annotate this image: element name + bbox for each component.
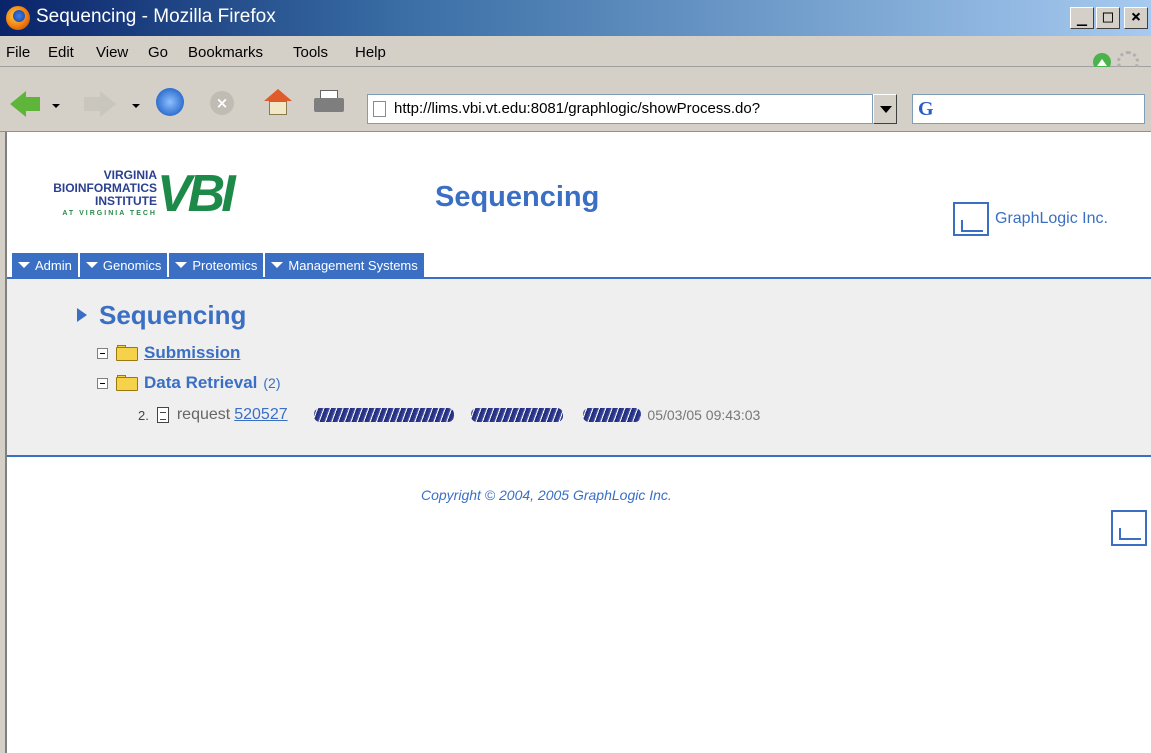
menu-help[interactable]: Help (355, 44, 386, 61)
collapse-icon[interactable] (97, 347, 108, 359)
menu-go[interactable]: Go (148, 44, 168, 61)
tab-genomics[interactable]: Genomics (79, 253, 168, 277)
tab-label: Management Systems (288, 257, 418, 273)
data-retrieval-count: (2) (263, 375, 281, 391)
google-search-icon[interactable]: G (918, 98, 934, 121)
url-history-dropdown[interactable] (873, 94, 897, 124)
tab-label: Genomics (102, 257, 162, 273)
page-content: VIRGINIA BIOINFORMATICS INSTITUTE AT VIR… (5, 132, 1151, 753)
print-icon[interactable] (314, 90, 344, 114)
request-id-link[interactable]: 520527 (234, 406, 287, 423)
firefox-icon (6, 6, 30, 30)
stop-icon[interactable]: × (210, 91, 234, 115)
request-label: request (176, 406, 231, 423)
search-box[interactable]: G (912, 94, 1145, 124)
title-bar: Sequencing - Mozilla Firefox _ □ × (0, 0, 1151, 36)
chevron-down-icon (85, 262, 98, 268)
redacted-field (314, 408, 455, 422)
back-button[interactable] (24, 97, 40, 111)
company-name: GraphLogic Inc. (995, 210, 1108, 227)
menu-view[interactable]: View (96, 44, 128, 61)
folder-icon (116, 375, 138, 391)
request-row: 2. request 520527 05/03/05 09:43:03 (138, 406, 760, 424)
logo-line-virginia: VIRGINIA (103, 168, 157, 182)
back-dropdown-icon[interactable] (52, 104, 60, 108)
vbi-logo: VIRGINIA BIOINFORMATICS INSTITUTE AT VIR… (17, 164, 257, 226)
data-retrieval-label: Data Retrieval (144, 373, 258, 392)
logo-line-tech: AT VIRGINIA TECH (62, 210, 157, 217)
logo-line-institute: INSTITUTE (95, 194, 157, 208)
collapse-icon[interactable] (97, 377, 108, 389)
page-icon (373, 101, 386, 117)
process-tree-panel: Sequencing Submission Data Retrieval (2) … (7, 279, 1151, 457)
tab-proteomics[interactable]: Proteomics (169, 253, 264, 277)
chevron-down-icon (175, 262, 188, 268)
minimize-button[interactable]: _ (1070, 7, 1094, 29)
forward-dropdown-icon[interactable] (132, 104, 140, 108)
url-text[interactable]: http://lims.vbi.vt.edu:8081/graphlogic/s… (394, 100, 760, 117)
tree-node-data-retrieval: Data Retrieval (2) (97, 373, 281, 393)
submission-link[interactable]: Submission (144, 343, 240, 362)
url-bar[interactable]: http://lims.vbi.vt.edu:8081/graphlogic/s… (367, 94, 873, 124)
forward-button[interactable] (84, 97, 100, 111)
process-title-label: Sequencing (99, 300, 247, 330)
graphlogic-icon (953, 202, 989, 236)
request-index: 2. (138, 407, 149, 423)
menu-file[interactable]: File (6, 44, 30, 61)
tab-label: Proteomics (192, 257, 258, 273)
tab-management-systems[interactable]: Management Systems (265, 253, 424, 277)
home-icon[interactable] (264, 89, 292, 115)
maximize-button[interactable]: □ (1096, 7, 1120, 29)
tab-bar: Admin Genomics Proteomics Management Sys… (12, 253, 426, 277)
logo-mark: VBI (157, 165, 236, 223)
redacted-field (470, 408, 563, 422)
graphlogic-icon[interactable] (1111, 510, 1147, 546)
menu-bar: File Edit View Go Bookmarks Tools Help (0, 36, 1151, 67)
tab-admin[interactable]: Admin (12, 253, 78, 277)
request-timestamp: 05/03/05 09:43:03 (647, 407, 761, 423)
close-button[interactable]: × (1124, 7, 1148, 29)
window-title: Sequencing - Mozilla Firefox (36, 6, 276, 27)
tree-node-submission: Submission (97, 343, 240, 363)
menu-edit[interactable]: Edit (48, 44, 74, 61)
logo-line-bioinformatics: BIOINFORMATICS (53, 181, 157, 195)
copyright-text: Copyright © 2004, 2005 GraphLogic Inc. (421, 487, 672, 503)
forward-arrow-icon[interactable] (100, 91, 116, 117)
process-title[interactable]: Sequencing (77, 300, 246, 331)
folder-icon (116, 345, 138, 361)
page-title: Sequencing (435, 181, 600, 213)
chevron-down-icon (271, 262, 284, 268)
redacted-field (582, 408, 641, 422)
document-icon (156, 407, 169, 423)
expand-triangle-icon[interactable] (77, 308, 87, 323)
tab-label: Admin (35, 257, 72, 273)
chevron-down-icon (18, 262, 30, 268)
reload-icon[interactable] (156, 88, 184, 116)
menu-tools[interactable]: Tools (293, 44, 328, 61)
menu-bookmarks[interactable]: Bookmarks (188, 44, 263, 61)
